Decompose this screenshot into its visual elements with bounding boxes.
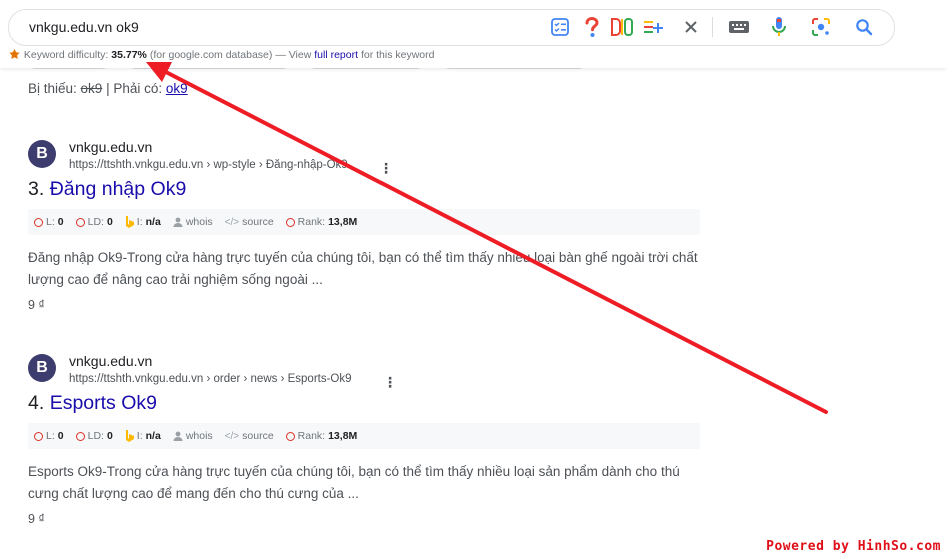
search-header: vnkgu.edu.vn ok9 Keyword difficulty: 35.… <box>0 0 947 68</box>
kd-db-note: (for google.com database) — View <box>149 49 312 61</box>
required-term-link[interactable]: ok9 <box>166 81 188 96</box>
bing-icon <box>125 216 134 228</box>
result-title[interactable]: 4. Esports Ok9 <box>28 392 157 415</box>
status-circle-icon <box>34 217 43 227</box>
seo-metrics-bar: L: 0 LD: 0 I: n/a whois </> source Rank: 13,8… <box>28 423 700 449</box>
site-url[interactable]: https://ttshth.vnkgu.edu.vn › order › ne… <box>69 373 352 385</box>
missing-prefix: Bị thiếu: <box>28 81 77 96</box>
lens-icon[interactable] <box>810 16 832 38</box>
keyboard-icon[interactable] <box>727 16 751 38</box>
seo-bing-index[interactable]: I: n/a <box>125 216 161 228</box>
user-icon <box>173 431 183 441</box>
site-favicon[interactable]: B <box>28 140 56 168</box>
full-report-link[interactable]: full report <box>314 49 358 61</box>
missing-terms: Bị thiếu: ok9 | Phải có: ok9 <box>28 81 188 96</box>
seo-extension-icon <box>9 49 20 59</box>
arrow-shaft <box>160 68 828 414</box>
close-icon[interactable] <box>681 16 701 38</box>
vs-icon[interactable] <box>610 16 634 38</box>
seo-bing-index[interactable]: I: n/a <box>125 430 161 442</box>
site-name[interactable]: vnkgu.edu.vn <box>69 353 152 369</box>
seo-rank[interactable]: Rank: 13,8M <box>285 430 357 442</box>
code-icon: </> <box>224 216 240 228</box>
result-title-link[interactable]: Esports Ok9 <box>50 392 157 414</box>
checklist-icon[interactable] <box>549 16 571 38</box>
seo-whois[interactable]: whois <box>173 216 213 228</box>
mic-icon[interactable] <box>769 16 789 38</box>
result-rank-number: 3. <box>28 178 45 200</box>
status-circle-icon <box>285 217 295 227</box>
more-options-icon[interactable]: ⋮ <box>379 160 393 177</box>
result-snippet: Đăng nhập Ok9-Trong cửa hàng trực tuyến … <box>28 250 698 287</box>
keyword-difficulty-bar: Keyword difficulty: 35.77% (for google.c… <box>8 48 434 61</box>
result-title-link[interactable]: Đăng nhập Ok9 <box>50 178 187 200</box>
missing-separator: | Phải có: <box>106 81 163 96</box>
result-price: 9 ₫ <box>28 512 45 526</box>
seo-source[interactable]: </> source <box>225 430 274 442</box>
seo-whois[interactable]: whois <box>173 430 213 442</box>
seo-links[interactable]: L: 0 <box>34 216 64 228</box>
user-icon <box>173 217 183 227</box>
search-icon[interactable] <box>854 16 874 38</box>
site-favicon[interactable]: B <box>28 354 56 382</box>
question-icon[interactable] <box>581 16 603 38</box>
add-list-icon[interactable] <box>642 16 664 38</box>
code-icon: </> <box>224 430 240 442</box>
kd-suffix: for this keyword <box>360 49 435 61</box>
site-url[interactable]: https://ttshth.vnkgu.edu.vn › wp-style ›… <box>69 159 348 171</box>
result-title[interactable]: 3. Đăng nhập Ok9 <box>28 178 186 201</box>
search-box[interactable]: vnkgu.edu.vn ok9 <box>8 9 895 46</box>
result-price: 9 ₫ <box>28 298 45 312</box>
status-circle-icon <box>75 217 85 227</box>
kd-label: Keyword difficulty: <box>23 49 109 61</box>
status-circle-icon <box>285 431 295 441</box>
seo-linking-domains[interactable]: LD: 0 <box>75 216 113 228</box>
missing-term: ok9 <box>80 81 103 96</box>
seo-links[interactable]: L: 0 <box>34 430 64 442</box>
watermark: Powered by HinhSo.com <box>766 539 941 554</box>
search-input[interactable]: vnkgu.edu.vn ok9 <box>29 19 139 35</box>
divider <box>712 17 713 37</box>
result-snippet: Esports Ok9-Trong cửa hàng trực tuyến củ… <box>28 464 680 501</box>
seo-metrics-bar: L: 0 LD: 0 I: n/a whois </> source Rank: 13,8… <box>28 209 700 235</box>
status-circle-icon <box>34 431 43 441</box>
seo-source[interactable]: </> source <box>225 216 274 228</box>
bing-icon <box>125 430 134 442</box>
site-name[interactable]: vnkgu.edu.vn <box>69 139 152 155</box>
seo-rank[interactable]: Rank: 13,8M <box>285 216 357 228</box>
result-rank-number: 4. <box>28 392 45 414</box>
seo-linking-domains[interactable]: LD: 0 <box>75 430 113 442</box>
kd-value: 35.77% <box>111 49 147 61</box>
status-circle-icon <box>75 431 85 441</box>
more-options-icon[interactable]: ⋮ <box>383 374 397 391</box>
